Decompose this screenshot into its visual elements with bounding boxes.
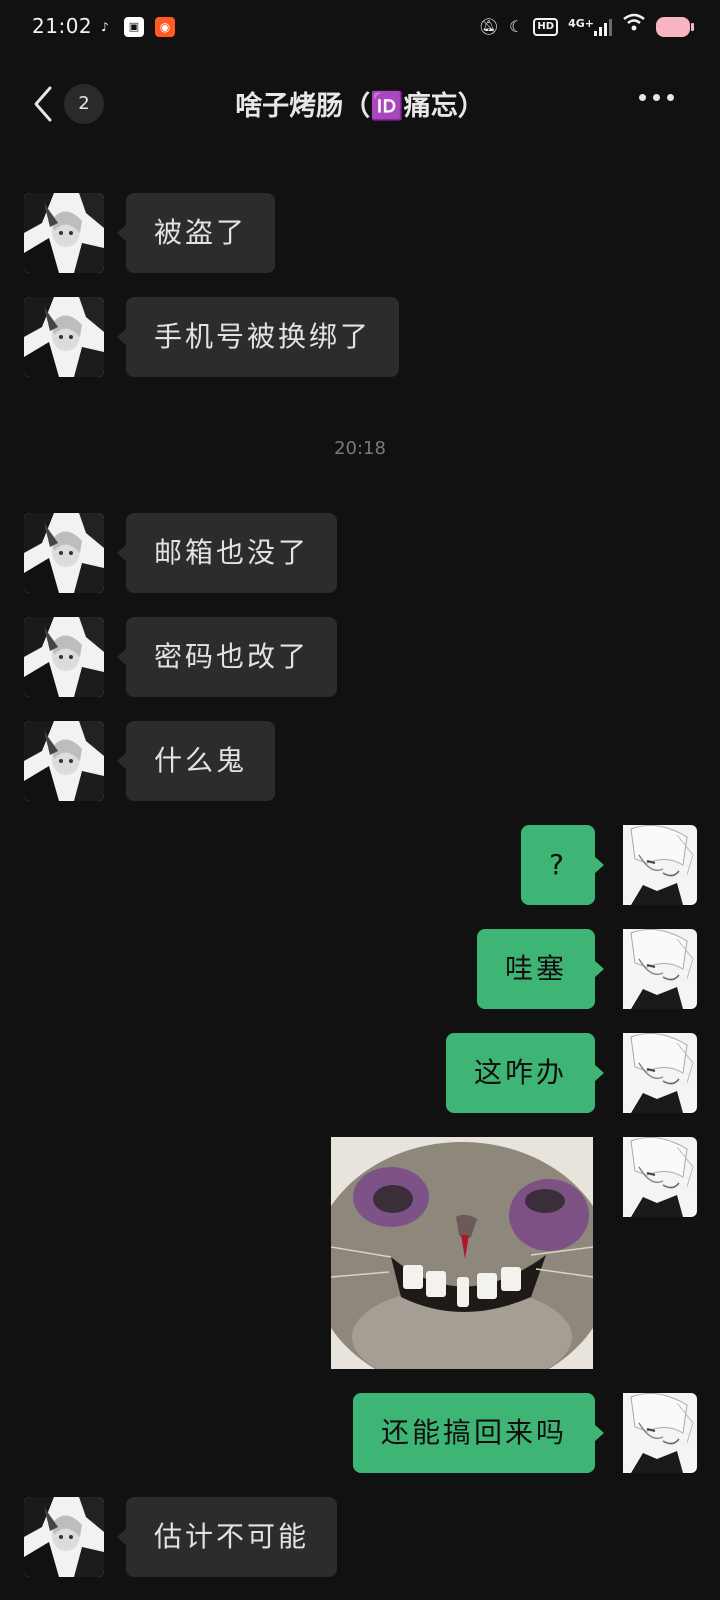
self-avatar[interactable] (617, 929, 697, 1009)
message-timestamp: 20:18 (334, 438, 386, 459)
dot-icon (653, 94, 660, 101)
chevron-left-icon (34, 86, 52, 122)
chat-header: 2 啥子烤肠（🆔痛忘） (0, 64, 720, 144)
dot-icon (639, 94, 646, 101)
status-time: 21:02 (32, 14, 93, 38)
hd-icon: HD (533, 18, 559, 36)
message-row-incoming: 被盗了 (0, 193, 720, 273)
mute-bell-icon: 🔕︎ (478, 17, 500, 36)
contact-avatar[interactable] (24, 513, 104, 593)
signal-icon (594, 18, 612, 36)
message-bubble-incoming[interactable]: 被盗了 (116, 193, 276, 273)
message-row-incoming: 密码也改了 (0, 617, 720, 697)
message-row-incoming: 手机号被换绑了 (0, 297, 720, 377)
status-icons: 🔕︎ ☾ HD 4G+ (478, 12, 694, 42)
self-avatar[interactable] (617, 1393, 697, 1473)
self-avatar[interactable] (617, 825, 697, 905)
contact-avatar[interactable] (24, 1497, 104, 1577)
kuaishou-icon: ◉ (155, 17, 175, 37)
self-avatar[interactable] (617, 1033, 697, 1113)
message-bubble-incoming[interactable]: 估计不可能 (116, 1497, 338, 1577)
message-row-outgoing: 还能搞回来吗 (0, 1393, 720, 1473)
contact-avatar[interactable] (24, 297, 104, 377)
message-bubble-incoming[interactable]: 邮箱也没了 (116, 513, 338, 593)
message-row-incoming: 估计不可能 (0, 1497, 720, 1577)
dot-icon (667, 94, 674, 101)
back-button[interactable] (28, 82, 58, 126)
sticker-image (331, 1137, 593, 1369)
message-bubble-incoming[interactable]: 密码也改了 (116, 617, 338, 697)
tiktok-icon: ♪ (101, 20, 109, 34)
message-row-outgoing: 哇塞 (0, 929, 720, 1009)
message-row-outgoing: ? (0, 825, 720, 905)
contact-avatar[interactable] (24, 193, 104, 273)
message-bubble-outgoing[interactable]: 还能搞回来吗 (352, 1393, 605, 1473)
contact-avatar[interactable] (24, 721, 104, 801)
unread-count-badge[interactable]: 2 (64, 84, 104, 124)
battery-icon (656, 17, 694, 37)
message-row-incoming: 邮箱也没了 (0, 513, 720, 593)
chat-title: 啥子烤肠（🆔痛忘） (235, 91, 485, 122)
network-type: 4G+ (568, 17, 594, 30)
hamster-grin-sticker[interactable] (331, 1137, 593, 1369)
self-avatar[interactable] (617, 1137, 697, 1217)
message-bubble-outgoing[interactable]: ? (521, 825, 604, 905)
message-bubble-outgoing[interactable]: 这咋办 (445, 1033, 605, 1113)
message-row-incoming: 什么鬼 (0, 721, 720, 801)
game-icon: ▣ (124, 17, 144, 37)
message-bubble-incoming[interactable]: 手机号被换绑了 (116, 297, 400, 377)
contact-avatar[interactable] (24, 617, 104, 697)
message-bubble-outgoing[interactable]: 哇塞 (476, 929, 605, 1009)
moon-icon: ☾ (509, 17, 524, 36)
message-bubble-incoming[interactable]: 什么鬼 (116, 721, 276, 801)
wifi-icon (622, 12, 646, 42)
more-options-button[interactable] (639, 94, 674, 101)
status-bar: 21:02 ♪ ▣ ◉ 🔕︎ ☾ HD 4G+ (0, 0, 720, 56)
message-row-outgoing: 这咋办 (0, 1033, 720, 1113)
